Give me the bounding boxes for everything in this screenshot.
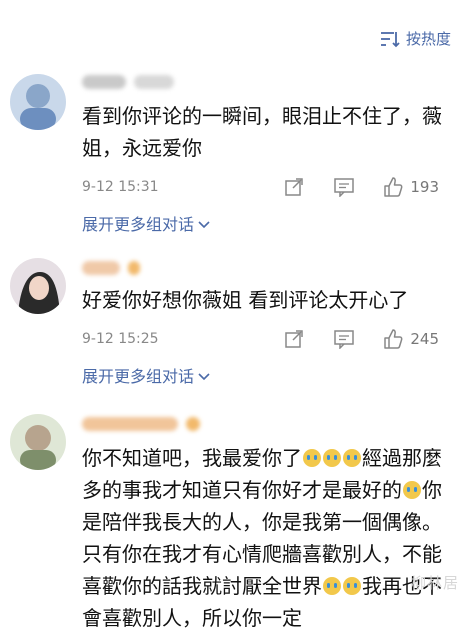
avatar[interactable] <box>10 258 66 314</box>
comment-text-part: 你不知道吧，我最爱你了 <box>82 446 302 470</box>
avatar[interactable] <box>10 414 66 470</box>
expand-conversation-link[interactable]: 展开更多组对话 <box>82 360 447 390</box>
username-blur <box>128 261 140 275</box>
comment-item: 看到你评论的一瞬间，眼泪止不住了，薇姐，永远爱你 9-12 15:31 193 … <box>0 72 465 238</box>
crying-emoji-icon <box>343 449 361 467</box>
like-count: 193 <box>410 178 439 196</box>
crying-emoji-icon <box>323 577 341 595</box>
expand-label: 展开更多组对话 <box>82 215 195 234</box>
comment-item: 你不知道吧，我最爱你了 經過那麼多的事我才知道只有你好才是最好的 你是陪伴我長大的人… <box>0 414 465 634</box>
comment-text: 你不知道吧，我最爱你了 經過那麼多的事我才知道只有你好才是最好的 你是陪伴我長大的人… <box>82 442 447 634</box>
username-blur <box>82 417 178 431</box>
comment-meta: 9-12 15:31 193 <box>82 170 447 204</box>
comment-time: 9-12 15:25 <box>82 331 159 347</box>
crying-emoji-icon <box>343 577 361 595</box>
sort-label: 按热度 <box>405 30 451 48</box>
username-blur <box>82 75 126 89</box>
top-bar: 按热度 <box>0 0 465 62</box>
like-button[interactable]: 193 <box>382 176 439 198</box>
forward-icon[interactable] <box>282 177 306 197</box>
username-blur <box>134 75 174 89</box>
expand-label: 展开更多组对话 <box>82 367 195 386</box>
username-blur <box>186 417 200 431</box>
comment-meta: 9-12 15:25 245 <box>82 322 447 356</box>
thumbs-up-icon <box>384 329 403 349</box>
sort-by-hot-button[interactable]: 按热度 <box>380 28 451 49</box>
comment-actions: 245 <box>282 322 439 356</box>
comment-icon[interactable] <box>332 329 356 349</box>
comment-actions: 193 <box>282 170 439 204</box>
comment-icon[interactable] <box>332 177 356 197</box>
comment-item: 好爱你好想你薇姐 看到评论太开心了 9-12 15:25 245 展开更多组对话 <box>0 258 465 390</box>
crying-emoji-icon <box>323 449 341 467</box>
forward-icon[interactable] <box>282 329 306 349</box>
like-count: 245 <box>410 330 439 348</box>
expand-conversation-link[interactable]: 展开更多组对话 <box>82 208 447 238</box>
comment-time: 9-12 15:31 <box>82 179 159 195</box>
crying-emoji-icon <box>403 481 421 499</box>
username[interactable] <box>82 258 447 278</box>
crying-emoji-icon <box>303 449 321 467</box>
watermark: 柳林居 <box>410 574 459 592</box>
comment-text: 看到你评论的一瞬间，眼泪止不住了，薇姐，永远爱你 <box>82 104 442 160</box>
like-button[interactable]: 245 <box>382 328 439 350</box>
sort-icon <box>380 30 400 48</box>
username[interactable] <box>82 72 447 92</box>
chevron-down-icon <box>198 366 210 385</box>
chevron-down-icon <box>198 214 210 233</box>
username-blur <box>82 261 120 275</box>
thumbs-up-icon <box>384 177 403 197</box>
comment-text: 好爱你好想你薇姐 看到评论太开心了 <box>82 288 409 312</box>
avatar[interactable] <box>10 74 66 130</box>
username[interactable] <box>82 414 447 434</box>
